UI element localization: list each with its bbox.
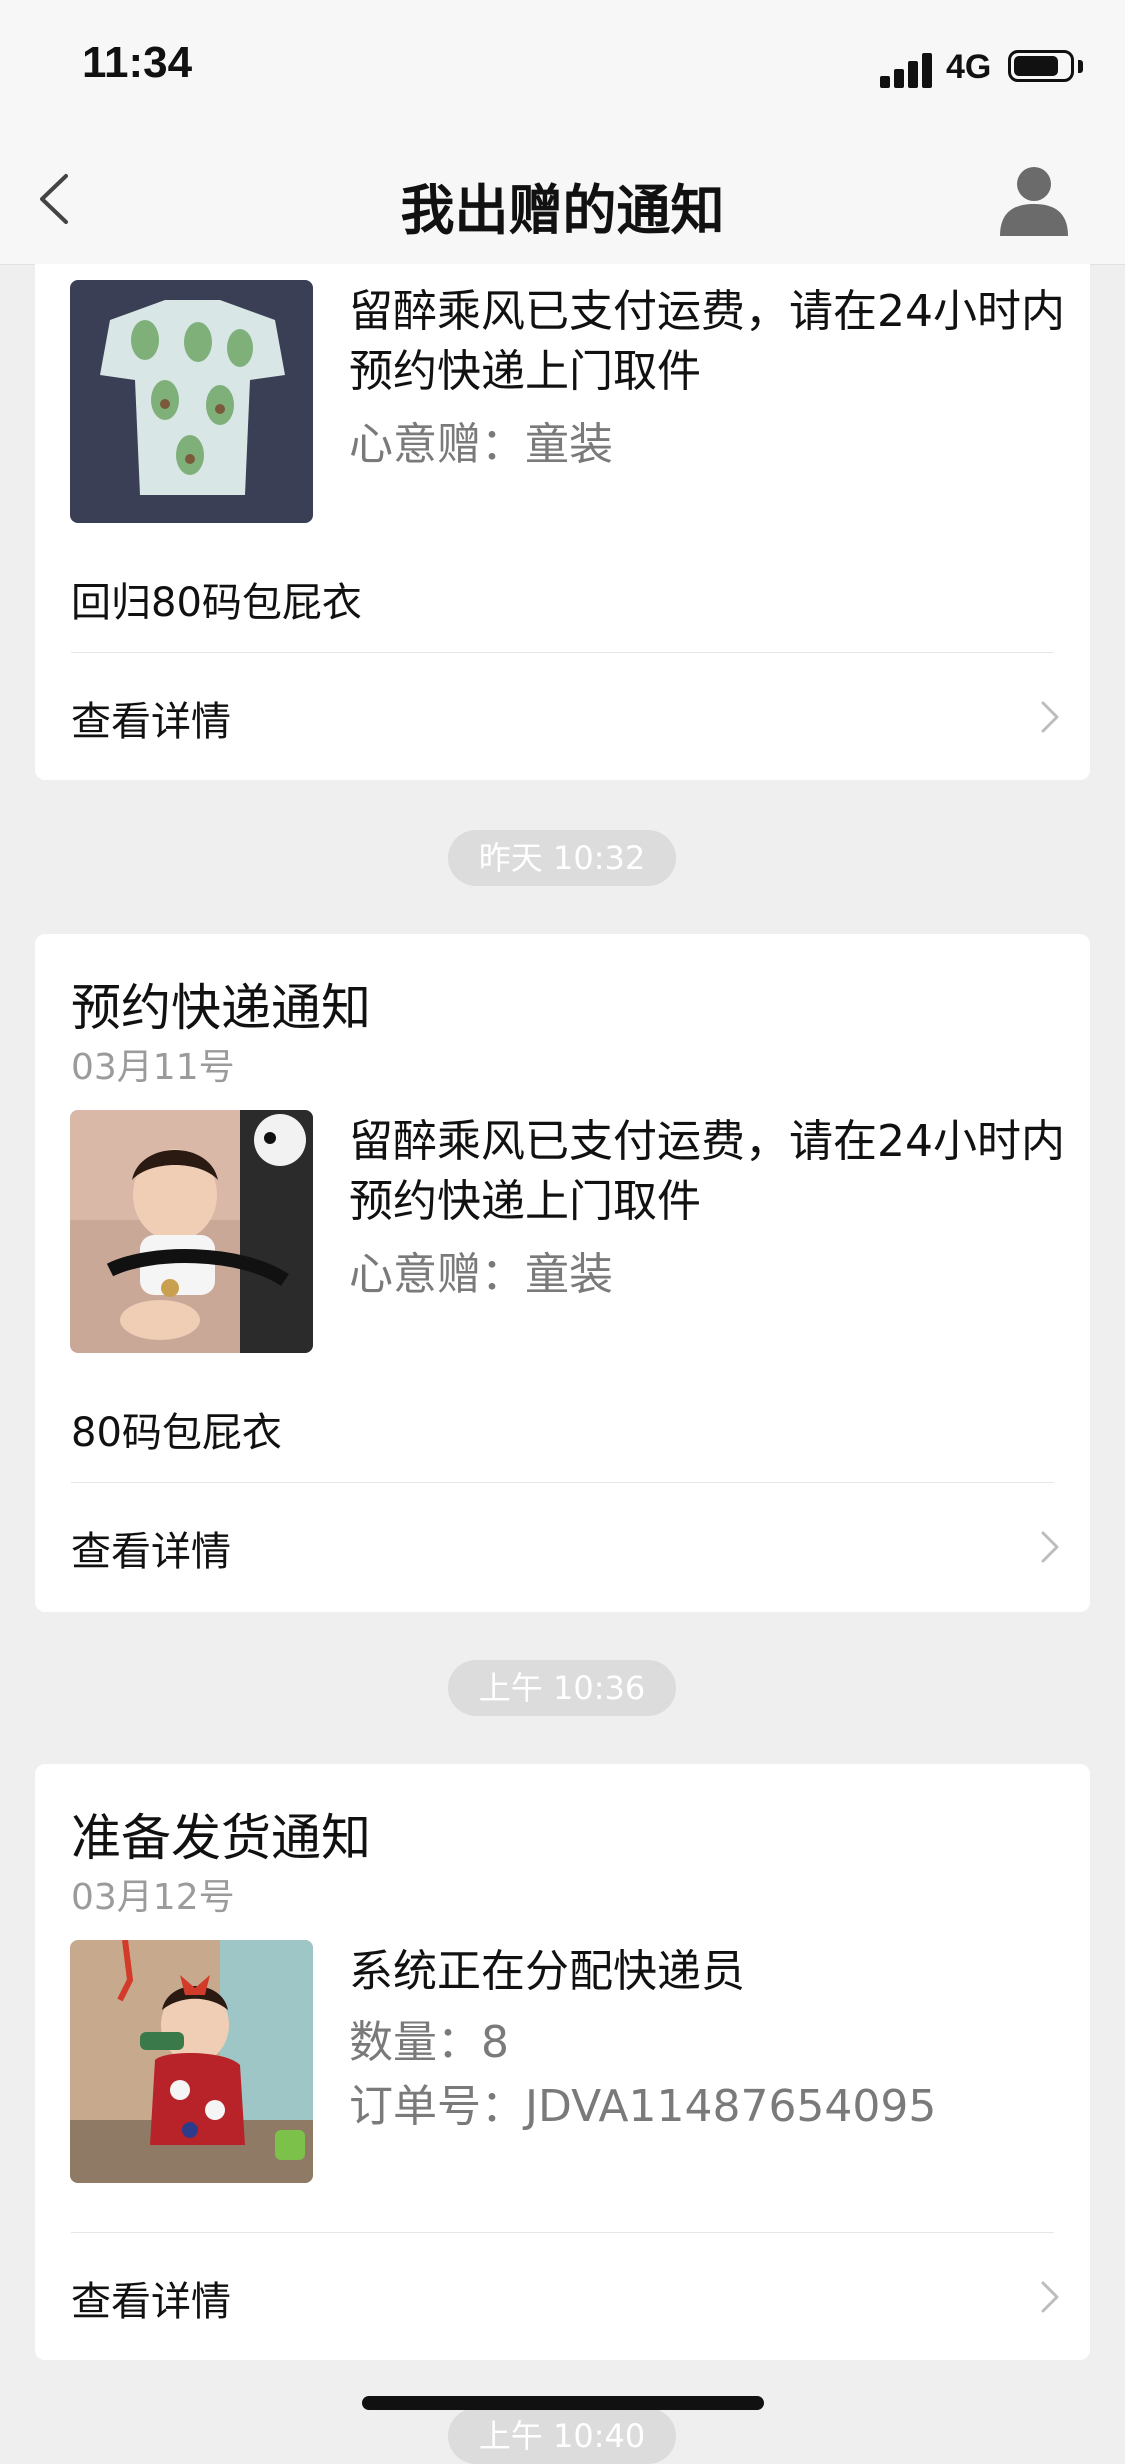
baby-stroller-photo xyxy=(70,1110,313,1353)
view-details-label: 查看详情 xyxy=(71,1529,231,1575)
notification-card: 预约快递通知 03月11号 留醉乘风已支付运费，请在24小时内预约快递上门取件 … xyxy=(35,934,1090,1612)
battery-icon xyxy=(1008,50,1074,82)
bodysuit-photo xyxy=(70,280,313,523)
status-bar: 11:34 4G xyxy=(0,0,1125,132)
chevron-right-icon xyxy=(1041,2281,1059,2313)
card-title: 准备发货通知 xyxy=(71,1809,371,1867)
card-date: 03月11号 xyxy=(71,1047,235,1088)
notification-message: 系统正在分配快递员 xyxy=(349,1946,745,1997)
chevron-right-icon xyxy=(1041,1531,1059,1563)
notification-message: 留醉乘风已支付运费，请在24小时内预约快递上门取件 xyxy=(349,286,1065,397)
view-details-link[interactable]: 查看详情 xyxy=(35,2233,1090,2357)
card-title: 预约快递通知 xyxy=(71,979,371,1037)
timestamp-pill: 上午 10:40 xyxy=(448,2408,676,2464)
baby-standing-photo xyxy=(70,1940,313,2183)
item-thumbnail[interactable] xyxy=(70,1110,313,1353)
user-icon xyxy=(1000,167,1068,236)
view-details-link[interactable]: 查看详情 xyxy=(35,653,1090,777)
card-date: 03月12号 xyxy=(71,1877,235,1918)
item-thumbnail[interactable] xyxy=(70,280,313,523)
timestamp-pill: 昨天 10:32 xyxy=(448,830,676,886)
item-thumbnail[interactable] xyxy=(70,1940,313,2183)
nav-bar: 我出赠的通知 xyxy=(0,132,1125,265)
order-number: 订单号：JDVA11487654095 xyxy=(349,2081,937,2132)
page-title: 我出赠的通知 xyxy=(400,179,725,242)
view-details-label: 查看详情 xyxy=(71,2279,231,2325)
profile-button[interactable] xyxy=(996,160,1072,236)
battery-tip xyxy=(1078,60,1083,73)
gift-category: 心意赠：童装 xyxy=(349,1249,613,1300)
notification-card: 准备发货通知 03月12号 系统正在分配快递员 数量：8 订单号：JDVA114… xyxy=(35,1764,1090,2360)
gift-category: 心意赠：童装 xyxy=(349,419,613,470)
quantity: 数量：8 xyxy=(349,2017,509,2068)
signal-icon xyxy=(880,52,936,88)
chevron-right-icon xyxy=(1041,701,1059,733)
home-indicator[interactable] xyxy=(362,2396,764,2410)
notification-card: 留醉乘风已支付运费，请在24小时内预约快递上门取件 心意赠：童装 回归80码包屁… xyxy=(35,264,1090,780)
status-time: 11:34 xyxy=(82,38,193,87)
network-type: 4G xyxy=(946,48,992,86)
notification-message: 留醉乘风已支付运费，请在24小时内预约快递上门取件 xyxy=(349,1116,1065,1227)
view-details-link[interactable]: 查看详情 xyxy=(35,1483,1090,1607)
timestamp-pill: 上午 10:36 xyxy=(448,1660,676,1716)
item-name: 80码包屁衣 xyxy=(71,1410,282,1456)
view-details-label: 查看详情 xyxy=(71,699,231,745)
item-name: 回归80码包屁衣 xyxy=(71,580,362,626)
